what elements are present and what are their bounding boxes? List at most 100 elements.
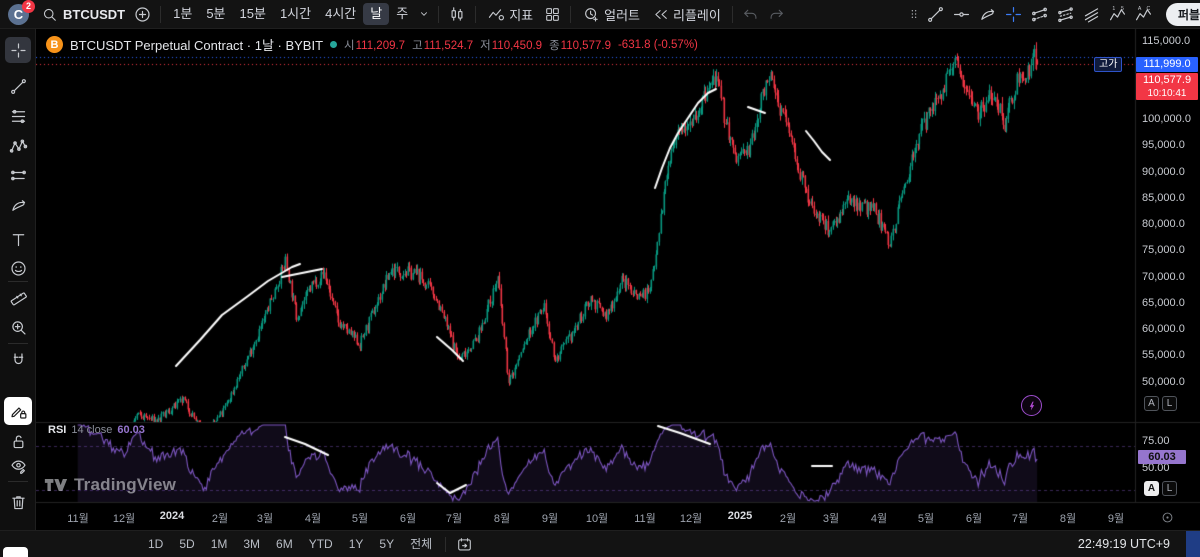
clock-timezone[interactable]: 22:49:19 UTC+9 — [1078, 537, 1170, 551]
hide-drawings-button[interactable] — [5, 453, 31, 479]
interval-button[interactable]: 15분 — [233, 3, 273, 25]
fib-retracement-tool-button[interactable] — [5, 103, 31, 129]
ruler-icon — [9, 289, 28, 308]
account-avatar[interactable]: C 2 — [8, 4, 29, 25]
notification-badge: 2 — [22, 0, 35, 13]
undo-button[interactable] — [738, 2, 764, 26]
fav-info-line-button[interactable] — [1026, 2, 1052, 26]
range-button[interactable]: 1D — [140, 534, 171, 554]
magnet-mode-button[interactable] — [5, 347, 31, 373]
time-axis-settings-button[interactable] — [1160, 510, 1175, 530]
indicators-button[interactable]: 지표 — [481, 2, 539, 26]
price-chart-canvas[interactable] — [36, 29, 1200, 530]
rsi-log-scale-button[interactable]: L — [1162, 481, 1177, 496]
price-tick-label: 80,000.0 — [1142, 218, 1185, 230]
rsi-legend[interactable]: RSI 14 close 60.03 — [48, 424, 145, 436]
toolbar-drag-handle[interactable] — [906, 2, 922, 26]
range-button[interactable]: 6M — [268, 534, 301, 554]
brush-tool-button[interactable] — [5, 192, 31, 218]
trend-line-icon — [926, 5, 945, 24]
elliott-impulse-button[interactable]: 15 — [1104, 2, 1130, 26]
crosshair-icon — [1004, 5, 1023, 24]
emoji-tool-button[interactable] — [5, 255, 31, 281]
range-button[interactable]: 3M — [235, 534, 268, 554]
range-button[interactable]: 전체 — [402, 534, 440, 554]
text-tool-button[interactable] — [5, 226, 31, 252]
interval-button[interactable]: 날 — [363, 3, 389, 25]
price-tick-label: 50,000.0 — [1142, 376, 1185, 388]
chart-legend[interactable]: B BTCUSDT Perpetual Contract · 1날 · BYBI… — [46, 35, 698, 54]
interval-button[interactable]: 주 — [389, 3, 415, 25]
market-status-dot — [330, 41, 337, 48]
trend-line-tool-button[interactable] — [5, 73, 31, 99]
remove-drawings-button[interactable] — [5, 489, 31, 515]
divider — [445, 537, 446, 552]
ohlc-value: 110,450.9 — [492, 40, 542, 52]
range-button[interactable]: 5Y — [371, 534, 402, 554]
smiley-icon — [9, 259, 28, 278]
elliott-correction-button[interactable]: AC — [1130, 2, 1156, 26]
crosshair-mode-button[interactable] — [1000, 2, 1026, 26]
fav-trend-channel-button[interactable] — [1052, 2, 1078, 26]
time-tick-label: 5월 — [352, 510, 368, 526]
bar-countdown: 10:10:41 — [1136, 87, 1198, 100]
lock-all-drawings-button[interactable] — [5, 428, 31, 454]
range-button[interactable]: 5D — [171, 534, 202, 554]
flash-trade-button[interactable] — [1021, 395, 1042, 416]
redo-button[interactable] — [764, 2, 790, 26]
price-tick-label: 65,000.0 — [1142, 297, 1185, 309]
svg-text:A: A — [1137, 6, 1141, 12]
interval-button[interactable]: 1시간 — [273, 3, 318, 25]
replay-icon — [652, 6, 669, 23]
measure-tool-button[interactable] — [5, 285, 31, 311]
fav-brush-button[interactable] — [974, 2, 1000, 26]
svg-text:5: 5 — [1120, 5, 1123, 11]
range-button[interactable]: 1M — [203, 534, 236, 554]
plus-circle-icon — [133, 5, 152, 24]
rsi-auto-scale-button[interactable]: A — [1144, 481, 1159, 496]
interval-button[interactable]: 4시간 — [318, 3, 363, 25]
interval-button[interactable]: 5분 — [199, 3, 232, 25]
divider — [732, 6, 733, 23]
chart-type-button[interactable] — [444, 2, 470, 26]
goto-date-button[interactable] — [451, 532, 477, 556]
zoom-in-icon — [9, 318, 28, 337]
publish-button[interactable]: 퍼블 — [1166, 3, 1200, 26]
drag-dots-icon — [908, 6, 920, 22]
alert-button[interactable]: 얼러트 — [576, 2, 646, 26]
main-log-scale-button[interactable]: L — [1162, 396, 1177, 411]
main-auto-scale-button[interactable]: A — [1144, 396, 1159, 411]
ohlc-label: 고 — [412, 40, 423, 52]
interval-button[interactable]: 1분 — [166, 3, 199, 25]
pattern-xabcd-tool-button[interactable] — [5, 133, 31, 159]
divider — [570, 6, 571, 23]
crosshair-tool-button[interactable] — [5, 37, 31, 63]
range-button[interactable]: YTD — [301, 534, 341, 554]
range-button[interactable]: 1Y — [341, 534, 372, 554]
rsi-value-badge: 60.03 — [1138, 450, 1186, 464]
eye-pencil-icon — [9, 457, 28, 476]
replay-button[interactable]: 리플레이 — [646, 2, 727, 26]
price-tick-label: 70,000.0 — [1142, 271, 1185, 283]
ohlc-label: 종 — [549, 40, 560, 52]
search-icon — [41, 6, 58, 23]
price-tick-label: 85,000.0 — [1142, 192, 1185, 204]
drawing-lock-mode-button[interactable] — [4, 397, 32, 425]
symbol-search-button[interactable]: BTCUSDT — [37, 6, 129, 23]
redo-icon — [768, 6, 785, 23]
zoom-in-tool-button[interactable] — [5, 314, 31, 340]
fav-parallel-channel-button[interactable] — [1078, 2, 1104, 26]
xabcd-pattern-icon — [9, 137, 28, 156]
fav-trend-line-button[interactable] — [922, 2, 948, 26]
interval-list: 1분5분15분1시간4시간날주 — [166, 3, 415, 25]
compare-add-button[interactable] — [129, 2, 155, 26]
price-tick-label: 95,000.0 — [1142, 139, 1185, 151]
price-tick-label: 115,000.0 — [1142, 35, 1190, 47]
interval-chevron-button[interactable] — [415, 2, 433, 26]
time-tick-label: 11월 — [634, 510, 656, 526]
layout-grid-button[interactable] — [539, 2, 565, 26]
fav-horizontal-line-button[interactable] — [948, 2, 974, 26]
position-tool-button[interactable] — [5, 162, 31, 188]
indicators-label: 지표 — [509, 5, 533, 24]
price-tick-label: 75,000.0 — [1142, 244, 1185, 256]
